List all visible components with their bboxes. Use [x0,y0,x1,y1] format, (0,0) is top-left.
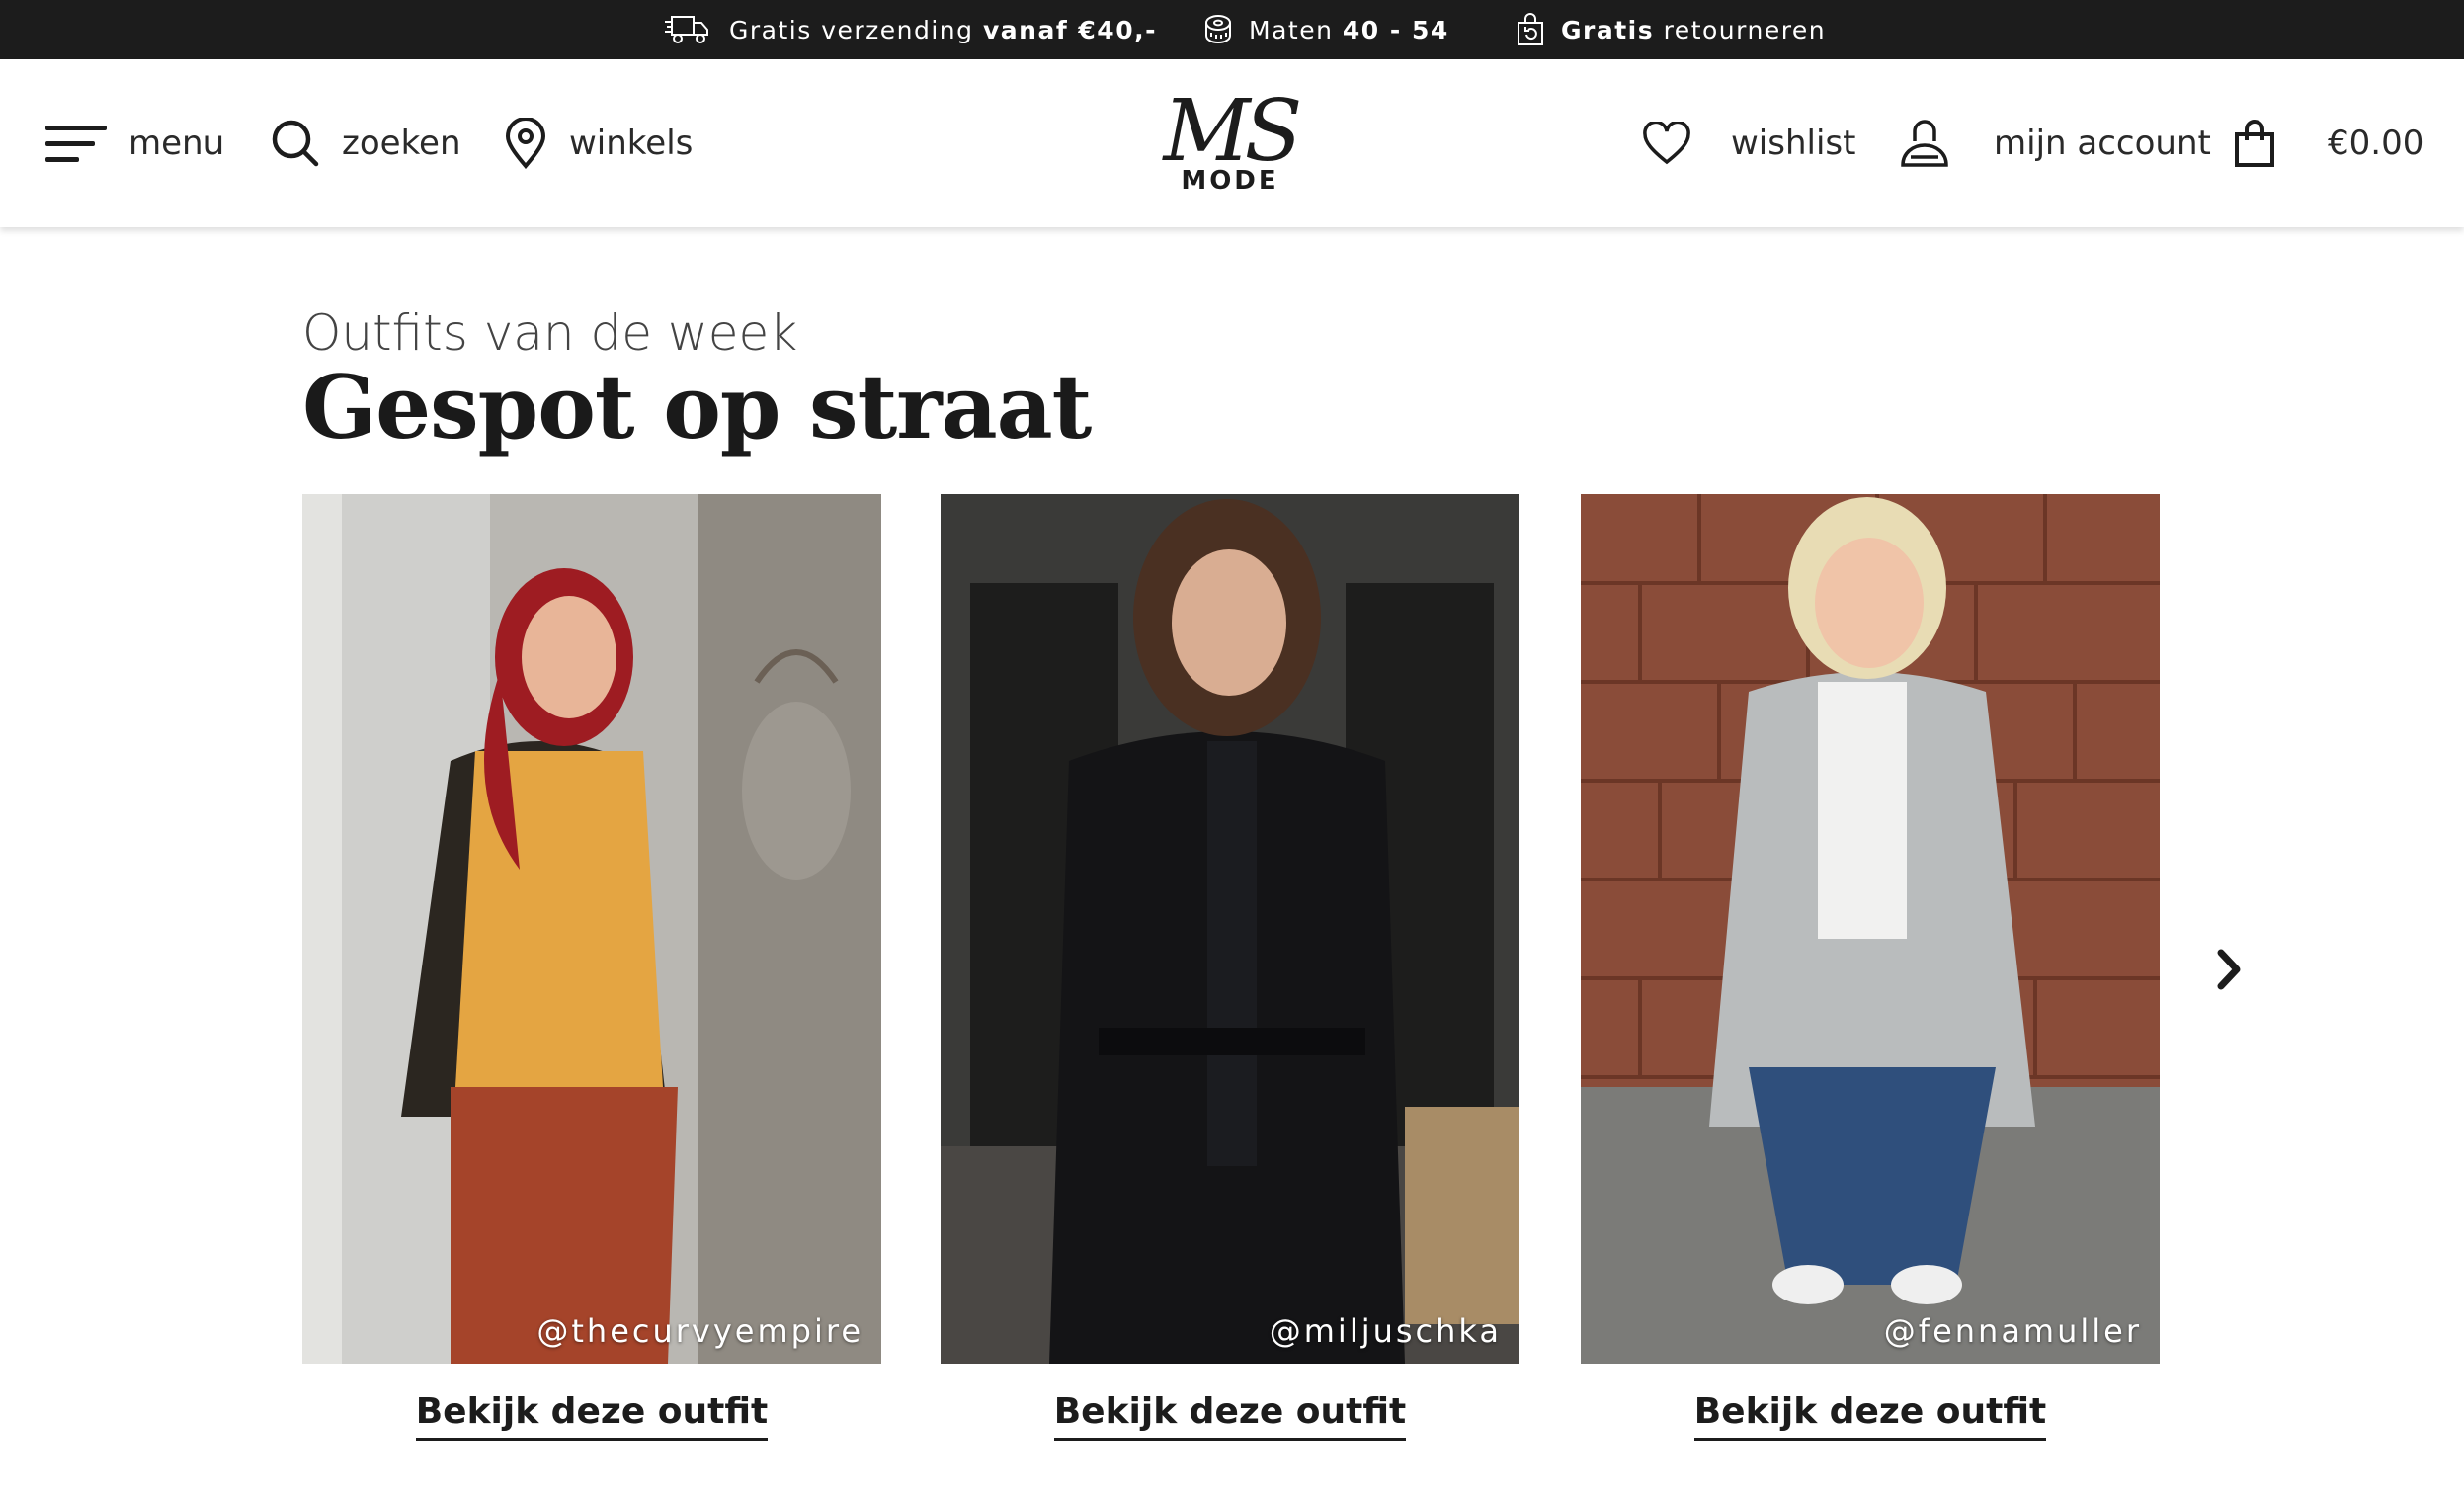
cart-button[interactable]: €0.00 [2233,59,2423,227]
ms-mode-logo[interactable]: MS MODE [1156,89,1304,198]
measuring-tape-icon [1205,15,1231,44]
heart-icon [1643,122,1690,165]
view-outfit-link[interactable]: Bekijk deze outfit [415,1391,769,1441]
outfit-card[interactable]: @miljuschka Bekijk deze outfit [941,494,1519,1441]
usp-sizes-text: Maten [1249,15,1334,44]
outfit-card[interactable]: @fennamuller Bekijk deze outfit [1581,494,2160,1441]
usp-sizes: Maten 40 - 54 [1203,0,1449,59]
outfit-photo-illustration [302,494,881,1364]
wishlist-button[interactable]: wishlist [1642,59,1855,227]
outfit-photo-illustration [1581,494,2160,1364]
usp-returns-text: retourneren [1663,15,1827,44]
outfit-photo[interactable]: @miljuschka [941,494,1519,1364]
stores-button[interactable]: winkels [504,59,693,227]
site-header: menu zoeken winkels MS MODE wishlist mij… [0,59,2464,227]
chevron-right-icon [2217,949,2241,990]
view-outfit-link[interactable]: Bekijk deze outfit [1053,1391,1407,1441]
logo-mark: MS [1163,82,1303,181]
usp-shipping-text: Gratis verzending [729,15,974,44]
outfit-photo[interactable]: @fennamuller [1581,494,2160,1364]
section-kicker: Outfits van de week [302,304,798,362]
usp-shipping-bold: vanaf €40,- [982,15,1157,44]
account-label: mijn account [1994,124,2211,163]
section-title: Gespot op straat [302,356,1092,459]
usp-sizes-bold: 40 - 54 [1342,15,1449,44]
outfit-photo-illustration [941,494,1519,1364]
logo-subtext: MODE [1181,166,1279,196]
account-button[interactable]: mijn account [1899,59,2211,227]
instagram-handle: @miljuschka [1269,1312,1502,1350]
usp-returns-bold: Gratis [1561,15,1655,44]
search-button[interactable]: zoeken [271,59,461,227]
hamburger-icon [45,126,107,162]
instagram-handle: @fennamuller [1883,1312,2142,1350]
usp-bar: Gratis verzending vanaf €40,- Maten 40 -… [0,0,2464,59]
outfit-photo[interactable]: @thecurvyempire [302,494,881,1364]
wishlist-label: wishlist [1731,124,1856,163]
search-label: zoeken [342,124,461,163]
search-icon [272,120,319,167]
shopping-bag-icon [2235,120,2274,167]
outfit-card[interactable]: @thecurvyempire Bekijk deze outfit [302,494,881,1441]
carousel-next-button[interactable] [2209,945,2249,994]
view-outfit-link[interactable]: Bekijk deze outfit [1693,1391,2047,1441]
truck-icon [665,16,708,43]
usp-shipping: Gratis verzending vanaf €40,- [664,0,1157,59]
user-icon [1901,120,1948,167]
menu-button[interactable]: menu [45,59,224,227]
stores-label: winkels [569,124,694,163]
menu-label: menu [128,124,225,163]
usp-returns: Gratis retourneren [1516,0,1826,59]
cart-total: €0.00 [2328,124,2424,163]
location-pin-icon [505,118,546,169]
return-bag-icon [1518,13,1543,45]
instagram-handle: @thecurvyempire [536,1312,863,1350]
